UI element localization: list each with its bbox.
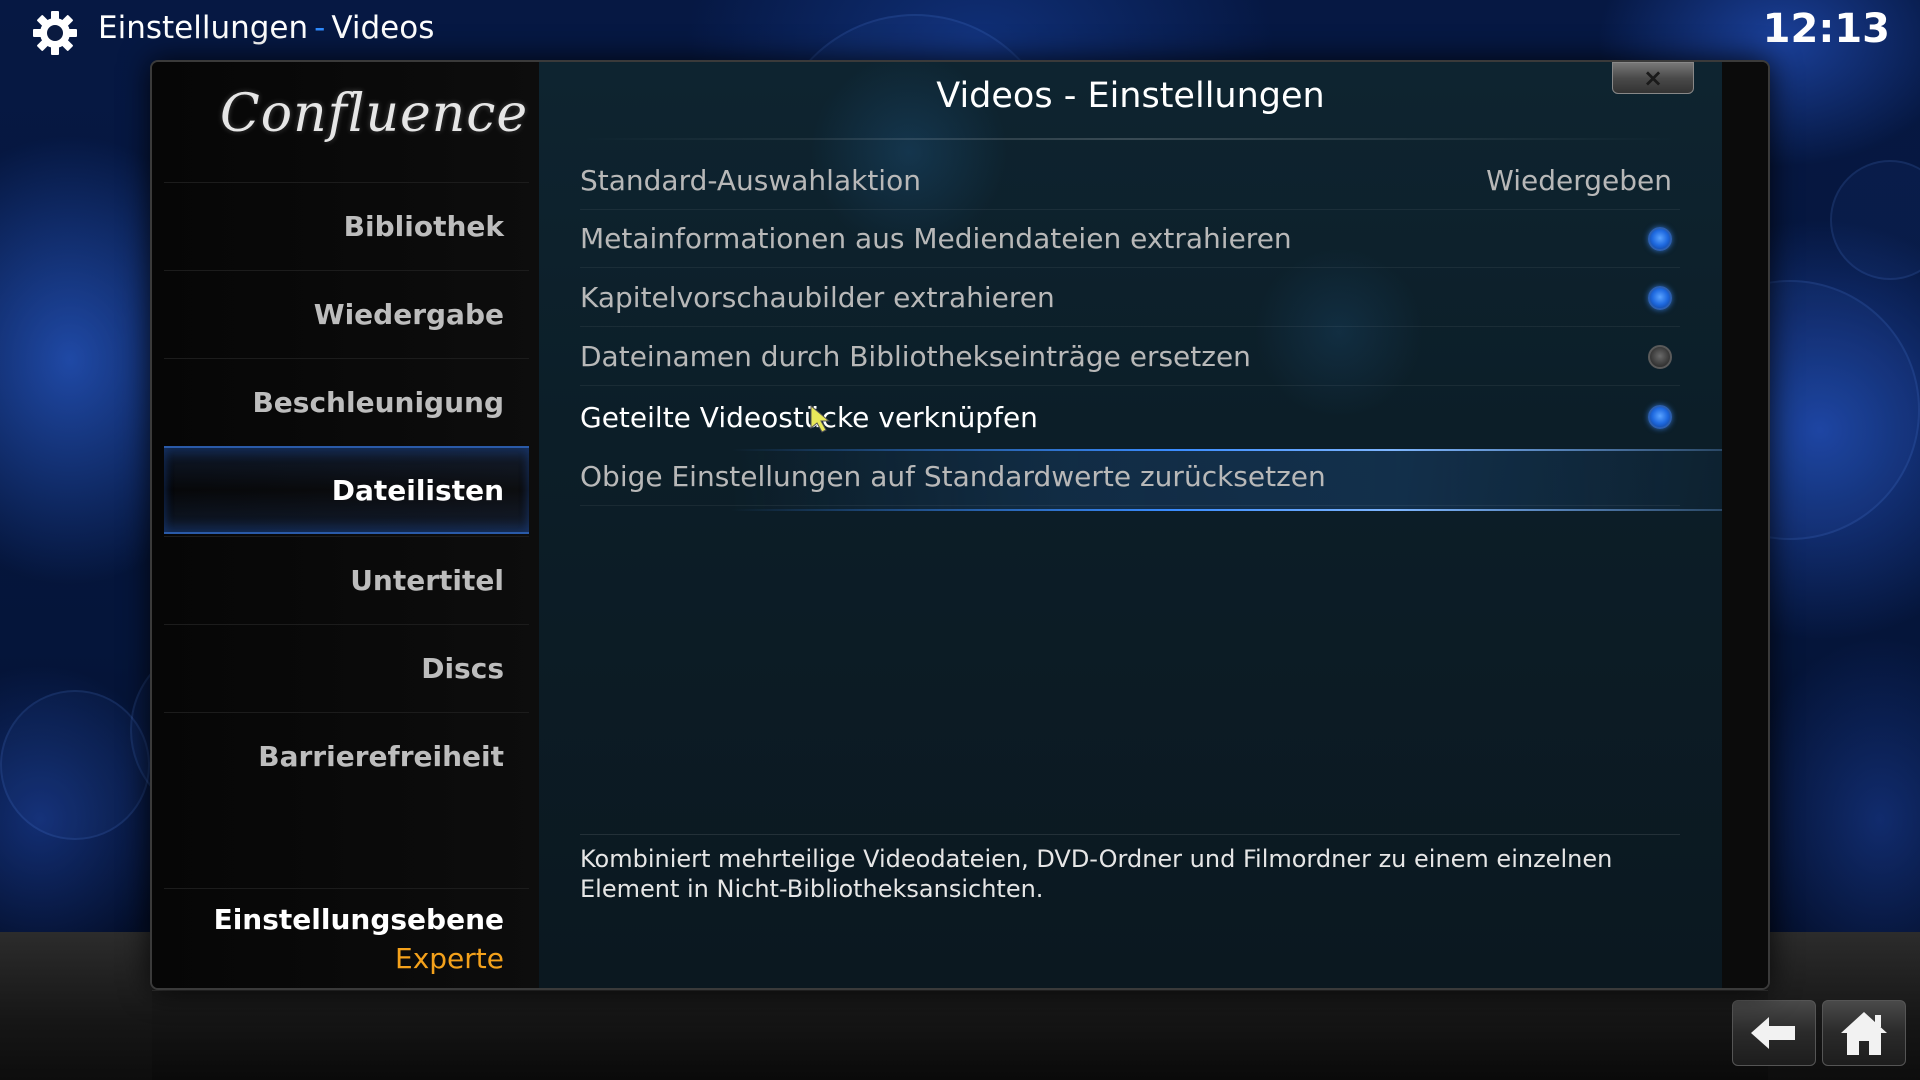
sidebar-item-label: Barrierefreiheit	[258, 740, 504, 773]
sidebar-item-label: Bibliothek	[343, 210, 504, 243]
sidebar-item-dateilisten[interactable]: Dateilisten	[164, 446, 529, 534]
header-separator: -	[314, 10, 326, 46]
setting-label: Metainformationen aus Mediendateien extr…	[580, 222, 1292, 255]
setting-metainformationen[interactable]: Metainformationen aus Mediendateien extr…	[580, 210, 1680, 268]
sidebar-item-barrierefreiheit[interactable]: Barrierefreiheit	[164, 712, 529, 800]
toggle-on-icon[interactable]	[1648, 285, 1672, 310]
clock: 12:13	[1762, 6, 1890, 52]
home-button[interactable]	[1822, 1000, 1906, 1066]
title-divider	[579, 138, 1679, 140]
toggle-on-icon[interactable]	[1648, 226, 1672, 251]
sidebar-item-label: Discs	[421, 652, 504, 685]
settings-level-value: Experte	[395, 942, 504, 975]
mouse-cursor-icon	[810, 404, 831, 433]
sidebar-item-label: Untertitel	[350, 564, 504, 597]
setting-label: Kapitelvorschaubilder extrahieren	[580, 281, 1055, 314]
header-section: Einstellungen	[98, 10, 309, 46]
close-icon: ×	[1642, 64, 1664, 92]
header-title: Einstellungen - Videos	[98, 10, 434, 46]
setting-value: Wiedergeben	[1486, 164, 1672, 197]
setting-description: Kombiniert mehrteilige Videodateien, DVD…	[580, 845, 1613, 903]
sidebar-item-bibliothek[interactable]: Bibliothek	[164, 182, 529, 270]
settings-level-label: Einstellungsebene	[213, 903, 504, 936]
setting-standard-auswahlaktion[interactable]: Standard-Auswahlaktion Wiedergeben	[580, 152, 1680, 210]
setting-reset-defaults[interactable]: Obige Einstellungen auf Standardwerte zu…	[580, 448, 1680, 506]
top-bar: Einstellungen - Videos 12:13	[0, 0, 1920, 64]
setting-dateinamen-ersetzen[interactable]: Dateinamen durch Bibliothekseinträge ers…	[580, 328, 1680, 386]
sidebar-item-label: Wiedergabe	[313, 298, 504, 331]
toggle-on-icon[interactable]	[1648, 405, 1672, 429]
footer-panel	[152, 990, 1768, 1080]
setting-label: Obige Einstellungen auf Standardwerte zu…	[580, 460, 1326, 493]
header-page: Videos	[331, 10, 435, 46]
close-button[interactable]: ×	[1612, 62, 1694, 94]
sidebar-item-untertitel[interactable]: Untertitel	[164, 536, 529, 624]
sidebar-item-wiedergabe[interactable]: Wiedergabe	[164, 270, 529, 358]
dialog-title: Videos - Einstellungen	[936, 76, 1325, 116]
sidebar-item-beschleunigung[interactable]: Beschleunigung	[164, 358, 529, 446]
sidebar-item-discs[interactable]: Discs	[164, 624, 529, 712]
bokeh-circle	[1830, 160, 1920, 280]
setting-label: Dateinamen durch Bibliothekseinträge ers…	[580, 340, 1251, 373]
description-divider	[580, 834, 1680, 835]
sidebar: Confluence Bibliothek Wiedergabe Beschle…	[152, 62, 539, 988]
home-icon	[1841, 1012, 1887, 1055]
setting-label: Standard-Auswahlaktion	[580, 164, 921, 197]
settings-level-button[interactable]: Einstellungsebene Experte	[164, 888, 529, 975]
bokeh-circle	[0, 690, 150, 840]
sidebar-item-label: Dateilisten	[331, 473, 504, 507]
sidebar-item-label: Beschleunigung	[252, 386, 504, 419]
back-arrow-icon	[1751, 1017, 1795, 1049]
back-button[interactable]	[1732, 1000, 1816, 1066]
toggle-off-icon[interactable]	[1648, 344, 1672, 369]
confluence-logo: Confluence	[220, 84, 529, 144]
gear-icon	[33, 11, 77, 55]
setting-videostuecke-verknuepfen[interactable]: Geteilte Videostücke verknüpfen	[580, 388, 1680, 446]
dialog-right-edge	[1722, 62, 1768, 988]
setting-kapitelvorschaubilder[interactable]: Kapitelvorschaubilder extrahieren	[580, 269, 1680, 327]
